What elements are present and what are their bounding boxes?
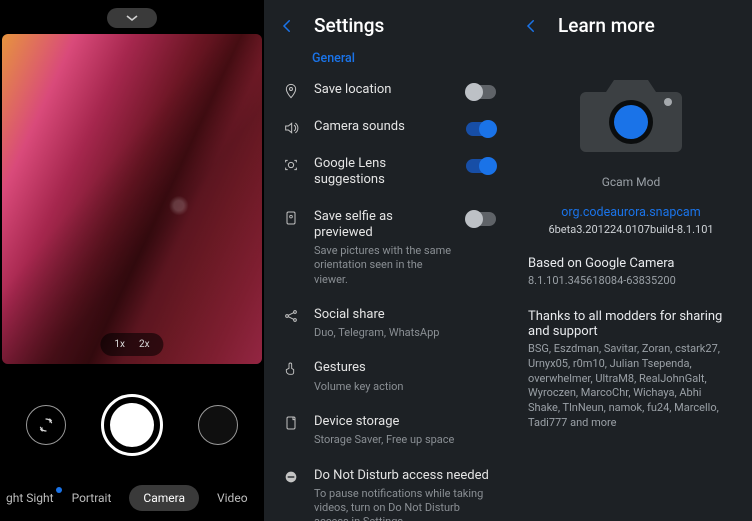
save-selfie-label: Save selfie as previewed xyxy=(314,209,452,242)
thanks-heading: Thanks to all modders for sharing and su… xyxy=(528,309,734,339)
mode-strip[interactable]: ght Sight Portrait Camera Video More xyxy=(0,485,264,521)
dnd-icon xyxy=(282,469,300,485)
toggle-google-lens[interactable] xyxy=(466,159,496,173)
mode-portrait[interactable]: Portrait xyxy=(72,491,112,505)
gestures-label: Gestures xyxy=(314,360,496,376)
toggle-save-selfie[interactable] xyxy=(466,212,496,226)
based-on-body: 8.1.101.345618084-63835200 xyxy=(528,274,734,289)
app-logo-icon xyxy=(576,67,686,157)
save-selfie-sub: Save pictures with the same orientation … xyxy=(314,244,452,287)
social-share-sub: Duo, Telegram, WhatsApp xyxy=(314,326,496,340)
based-on-heading: Based on Google Camera xyxy=(528,256,734,271)
social-share-label: Social share xyxy=(314,307,496,323)
row-storage[interactable]: Device storage Storage Saver, Free up spa… xyxy=(264,404,510,458)
app-name: Gcam Mod xyxy=(510,175,752,189)
toggle-camera-sounds[interactable] xyxy=(466,122,496,136)
camera-bottombar xyxy=(0,364,264,485)
camera-sounds-label: Camera sounds xyxy=(314,119,452,135)
options-handle[interactable] xyxy=(107,8,157,28)
camera-app: 1x 2x ght Sight Portrait Camera Video Mo… xyxy=(0,0,264,521)
mode-night-sight[interactable]: ght Sight xyxy=(6,491,54,505)
storage-label: Device storage xyxy=(314,414,496,430)
based-on-block: Based on Google Camera 8.1.101.345618084… xyxy=(510,256,752,289)
build-string: 6beta3.201224.0107build-8.1.101 xyxy=(510,223,752,236)
back-arrow-icon[interactable] xyxy=(278,17,296,35)
row-save-location[interactable]: Save location xyxy=(264,72,510,109)
sound-icon xyxy=(282,120,300,136)
dnd-label: Do Not Disturb access needed xyxy=(314,468,496,484)
row-dnd[interactable]: Do Not Disturb access needed To pause not… xyxy=(264,458,510,521)
thanks-body: BSG, Eszdman, Savitar, Zoran, cstark27, … xyxy=(528,342,734,431)
location-icon xyxy=(282,83,300,99)
save-location-label: Save location xyxy=(314,82,452,98)
lens-icon xyxy=(282,157,300,173)
switch-camera-button[interactable] xyxy=(26,405,66,445)
thanks-block: Thanks to all modders for sharing and su… xyxy=(510,309,752,431)
about-title: Learn more xyxy=(558,14,655,37)
google-lens-label: Google Lens suggestions xyxy=(314,156,452,189)
dnd-sub: To pause notifications while taking vide… xyxy=(314,487,496,521)
gesture-icon xyxy=(282,361,300,377)
back-arrow-icon[interactable] xyxy=(522,17,540,35)
storage-icon xyxy=(282,415,300,431)
mode-video[interactable]: Video xyxy=(217,491,248,505)
switch-camera-icon xyxy=(37,416,55,434)
viewfinder[interactable]: 1x 2x xyxy=(2,34,262,364)
chevron-down-icon xyxy=(125,13,139,23)
settings-title: Settings xyxy=(314,14,384,37)
about-screen: Learn more Gcam Mod org.codeaurora.snapc… xyxy=(510,0,752,521)
row-social-share[interactable]: Social share Duo, Telegram, WhatsApp xyxy=(264,297,510,351)
about-header: Learn more xyxy=(510,0,752,47)
zoom-1x[interactable]: 1x xyxy=(114,339,125,350)
share-icon xyxy=(282,308,300,324)
row-camera-sounds[interactable]: Camera sounds xyxy=(264,109,510,146)
settings-screen: Settings General Save location Camera so… xyxy=(264,0,510,521)
mode-camera[interactable]: Camera xyxy=(129,485,199,511)
last-photo-thumbnail[interactable] xyxy=(198,405,238,445)
settings-header: Settings xyxy=(264,0,510,47)
section-general: General xyxy=(264,47,510,72)
toggle-save-location[interactable] xyxy=(466,85,496,99)
row-google-lens[interactable]: Google Lens suggestions xyxy=(264,146,510,199)
selfie-icon xyxy=(282,210,300,226)
zoom-2x[interactable]: 2x xyxy=(139,339,150,350)
row-save-selfie[interactable]: Save selfie as previewedSave pictures wi… xyxy=(264,199,510,297)
storage-sub: Storage Saver, Free up space xyxy=(314,433,496,447)
gestures-sub: Volume key action xyxy=(314,380,496,394)
shutter-button[interactable] xyxy=(101,394,163,456)
zoom-selector[interactable]: 1x 2x xyxy=(100,333,163,356)
row-gestures[interactable]: Gestures Volume key action xyxy=(264,350,510,404)
package-link[interactable]: org.codeaurora.snapcam xyxy=(510,205,752,220)
